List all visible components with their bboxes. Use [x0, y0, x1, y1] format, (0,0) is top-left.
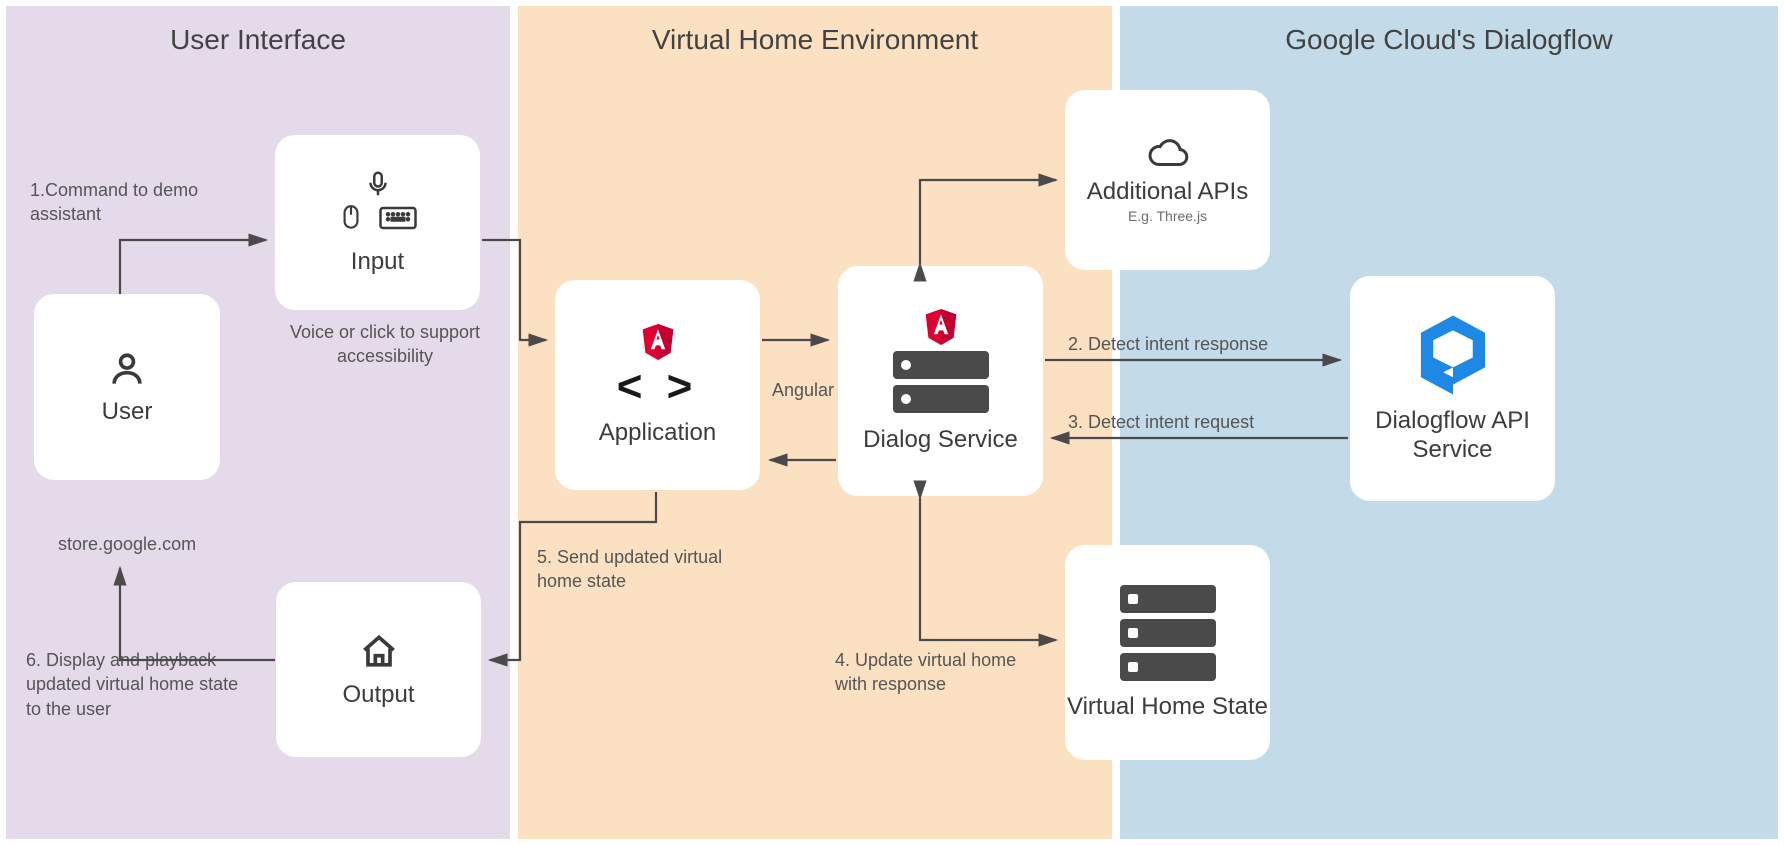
- zone-title-vhe: Virtual Home Environment: [518, 6, 1112, 56]
- angular-icon-application: [640, 322, 676, 362]
- dialogflow-icon: [1416, 313, 1490, 397]
- box-dialogflow-api-service: Dialogflow API Service: [1350, 276, 1555, 501]
- input-icons: [338, 169, 418, 237]
- label-step6: 6. Display and playback updated virtual …: [26, 648, 241, 721]
- box-virtual-home-state: Virtual Home State: [1065, 545, 1270, 760]
- label-step4: 4. Update virtual home with response: [835, 648, 1025, 697]
- label-step3: 3. Detect intent request: [1068, 410, 1254, 434]
- box-additional-apis-title: Additional APIs: [1087, 178, 1248, 206]
- home-icon: [357, 630, 401, 674]
- zone-title-gdf: Google Cloud's Dialogflow: [1120, 6, 1778, 56]
- box-output: Output: [276, 582, 481, 757]
- box-user-title: User: [102, 397, 153, 427]
- caption-input: Voice or click to support accessibility: [285, 320, 485, 369]
- keyboard-icon: [378, 204, 418, 232]
- dialog-service-server-icon: [893, 351, 989, 413]
- angular-icon-dialog-service: [923, 307, 959, 347]
- box-input: Input: [275, 135, 480, 310]
- box-output-title: Output: [342, 680, 414, 710]
- zone-title-ui: User Interface: [6, 6, 510, 56]
- box-dialog-service-title: Dialog Service: [863, 425, 1018, 455]
- cloud-icon: [1144, 136, 1192, 172]
- label-step2: 2. Detect intent response: [1068, 332, 1268, 356]
- box-additional-apis-subtitle: E.g. Three.js: [1128, 208, 1207, 224]
- box-input-title: Input: [351, 247, 404, 277]
- label-angular: Angular: [772, 378, 834, 402]
- virtual-home-state-server-icon: [1120, 585, 1216, 681]
- user-icon: [105, 347, 149, 391]
- box-user: User: [34, 294, 220, 480]
- code-brackets-icon: < >: [617, 362, 699, 412]
- box-virtual-home-state-title: Virtual Home State: [1067, 693, 1268, 721]
- box-dialogflow-title: Dialogflow API Service: [1350, 407, 1555, 465]
- box-application: < > Application: [555, 280, 760, 490]
- box-additional-apis: Additional APIs E.g. Three.js: [1065, 90, 1270, 270]
- microphone-icon: [363, 169, 393, 199]
- label-step5: 5. Send updated virtual home state: [537, 545, 737, 594]
- box-application-title: Application: [599, 418, 716, 448]
- label-store-google: store.google.com: [58, 532, 196, 556]
- box-dialog-service: Dialog Service: [838, 266, 1043, 496]
- mouse-icon: [338, 203, 364, 233]
- label-step1: 1.Command to demo assistant: [30, 178, 215, 227]
- architecture-diagram: User Interface Virtual Home Environment …: [0, 0, 1784, 845]
